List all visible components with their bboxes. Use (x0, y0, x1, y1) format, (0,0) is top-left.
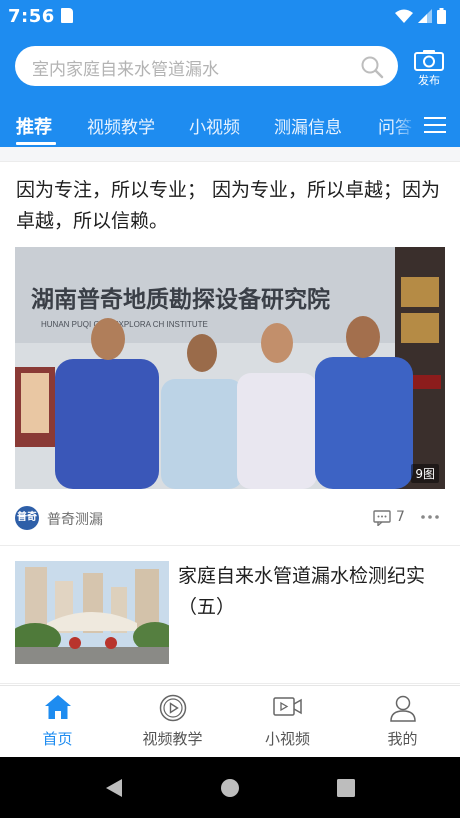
status-time: 7:56 (8, 6, 55, 27)
nav-short-video[interactable]: 小视频 (230, 686, 345, 758)
tab-recommend[interactable]: 推荐 (16, 113, 52, 139)
nav-label: 我的 (387, 730, 418, 748)
wifi-icon (395, 9, 413, 23)
camera-icon (414, 50, 444, 71)
publish-label: 发布 (418, 74, 440, 87)
article-title[interactable]: 因为专注，所以专业； 因为专业，所以卓越；因为卓越，所以信赖。 (16, 175, 446, 237)
nav-label: 首页 (42, 730, 73, 748)
building-photo (15, 561, 169, 664)
image-banner-en: HUNAN PUQI G AL EXPLORA CH INSTITUTE (41, 320, 208, 329)
article-image[interactable]: 湖南普奇地质勘探设备研究院 HUNAN PUQI G AL EXPLORA CH… (15, 247, 445, 489)
feed-divider (0, 545, 460, 546)
tab-short-video[interactable]: 小视频 (189, 113, 240, 138)
publish-button[interactable]: 发布 (412, 49, 446, 89)
back-icon[interactable] (104, 777, 124, 799)
search-icon[interactable] (360, 55, 384, 79)
tab-fade (392, 104, 418, 147)
system-nav-bar (0, 757, 460, 818)
home-icon (44, 695, 71, 719)
comment-icon[interactable] (373, 510, 391, 526)
nav-label: 视频教学 (142, 730, 203, 748)
recent-apps-icon[interactable] (336, 777, 356, 799)
tab-leak-info[interactable]: 测漏信息 (274, 113, 342, 138)
search-input[interactable]: 室内家庭自来水管道漏水 (15, 46, 398, 86)
article-meta: 普奇 普奇测漏 7 (15, 504, 445, 532)
status-bar: 7:56 (0, 0, 460, 34)
image-banner-text: 湖南普奇地质勘探设备研究院 (31, 286, 330, 312)
article-thumbnail[interactable] (15, 561, 169, 664)
more-options-icon[interactable] (420, 507, 440, 527)
search-placeholder: 室内家庭自来水管道漏水 (32, 60, 219, 80)
comment-count: 7 (396, 509, 405, 525)
video-play-icon (159, 694, 186, 722)
header: 7:56 室内家庭自来水管道漏水 发布 推荐 视频教学 小视频 测漏信息 (0, 0, 460, 147)
home-circle-icon[interactable] (220, 777, 240, 799)
sd-card-icon (61, 8, 73, 23)
article-title[interactable]: 家庭自来水管道漏水检测纪实（五） (178, 561, 448, 623)
active-tab-indicator (16, 142, 56, 145)
news-feed[interactable]: 因为专注，所以专业； 因为专业，所以卓越；因为卓越，所以信赖。 湖南普奇地质勘探… (0, 147, 460, 685)
nav-label: 小视频 (264, 730, 310, 748)
source-name[interactable]: 普奇测漏 (47, 509, 103, 529)
user-icon (389, 695, 416, 722)
tab-video-teaching[interactable]: 视频教学 (87, 113, 155, 138)
nav-home[interactable]: 首页 (0, 686, 115, 758)
feed-divider (0, 683, 460, 684)
bottom-nav: 首页 视频教学 小视频 我的 (0, 685, 460, 757)
signal-icon (418, 9, 432, 23)
app-screen: 7:56 室内家庭自来水管道漏水 发布 推荐 视频教学 小视频 测漏信息 因为专… (0, 0, 460, 818)
menu-icon[interactable] (424, 116, 446, 134)
feed-gap (0, 147, 460, 162)
source-avatar[interactable]: 普奇 (15, 506, 39, 530)
image-count-badge: 9图 (411, 464, 439, 483)
status-icons (395, 8, 446, 24)
category-tabs: 推荐 视频教学 小视频 测漏信息 问答 (0, 104, 460, 147)
nav-profile[interactable]: 我的 (345, 686, 460, 758)
battery-icon (437, 8, 446, 24)
nav-video-teaching[interactable]: 视频教学 (115, 686, 230, 758)
group-photo: 湖南普奇地质勘探设备研究院 HUNAN PUQI G AL EXPLORA CH… (15, 247, 445, 489)
video-camera-icon (272, 697, 302, 716)
